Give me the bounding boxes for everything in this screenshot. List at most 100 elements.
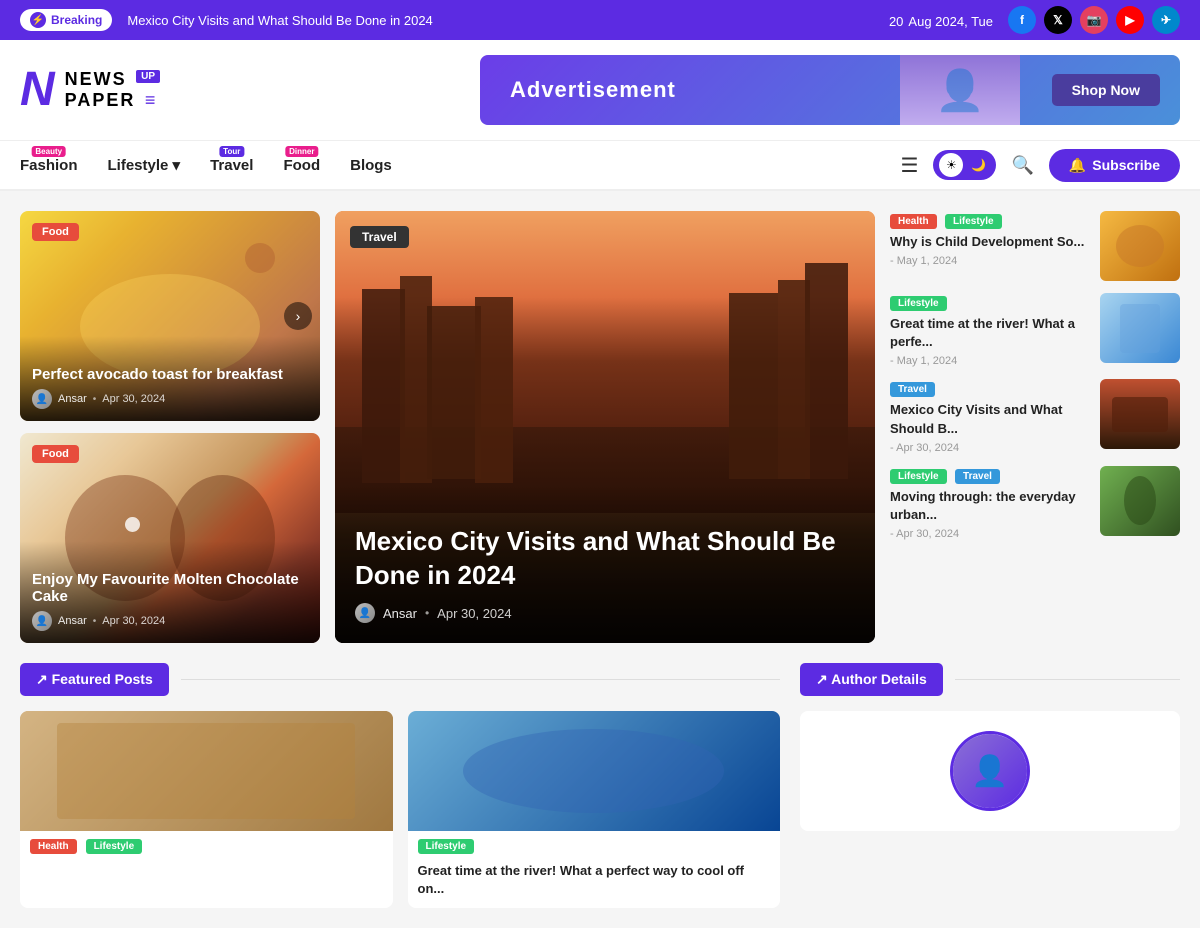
bolt-icon: ⚡ — [30, 12, 46, 28]
logo-n-letter: N — [20, 66, 55, 114]
center-meta: 👤 Ansar • Apr 30, 2024 — [355, 603, 855, 623]
telegram-icon[interactable]: ✈ — [1152, 6, 1180, 34]
logo-paper-line: PAPER ≡ — [65, 90, 160, 111]
ad-person-image: 👤 — [900, 55, 1020, 125]
featured-card-2-tags: Lifestyle — [408, 831, 781, 862]
article-1-body: Health Lifestyle Why is Child Developmen… — [890, 211, 1090, 267]
lifestyle-tag-4: Lifestyle — [890, 469, 947, 484]
search-icon[interactable]: 🔍 — [1011, 155, 1033, 176]
featured-grid: Health Lifestyle Lifestyle Great time at… — [20, 711, 780, 908]
logo[interactable]: N NEWS UP PAPER ≡ — [20, 66, 160, 114]
advertisement-banner: Advertisement 👤 Shop Now — [480, 55, 1180, 125]
featured-card-2-title: Great time at the river! What a perfect … — [408, 862, 781, 908]
food-tag-2: Food — [32, 445, 79, 463]
featured-card-1[interactable]: Health Lifestyle — [20, 711, 393, 908]
logo-paper-word: PAPER — [65, 90, 136, 110]
subscribe-button[interactable]: 🔔 Subscribe — [1049, 149, 1180, 182]
nav-items: Beauty Fashion Lifestyle ▾ Tour Travel D… — [20, 141, 901, 189]
nav-blogs-label: Blogs — [350, 157, 392, 174]
top-bar-right: 20 Aug 2024, Tue f 𝕏 📷 ▶ ✈ — [889, 6, 1180, 34]
shop-now-button[interactable]: Shop Now — [1052, 74, 1160, 106]
nav-right: ☰ ☀ 🌙 🔍 🔔 Subscribe — [901, 149, 1181, 182]
nav-item-lifestyle[interactable]: Lifestyle ▾ — [108, 141, 181, 189]
sun-icon[interactable]: ☀ — [939, 153, 963, 177]
lifestyle-tag: Lifestyle — [945, 214, 1002, 229]
breaking-badge: ⚡ Breaking — [20, 9, 112, 31]
right-article-1[interactable]: Health Lifestyle Why is Child Developmen… — [890, 211, 1180, 281]
subscribe-label: Subscribe — [1092, 157, 1160, 173]
right-article-3[interactable]: Travel Mexico City Visits and What Shoul… — [890, 379, 1180, 453]
beauty-badge: Beauty — [31, 146, 66, 157]
breaking-section: ⚡ Breaking Mexico City Visits and What S… — [20, 9, 433, 31]
twitter-icon[interactable]: 𝕏 — [1044, 6, 1072, 34]
article-4-title: Moving through: the everyday urban... — [890, 488, 1090, 524]
health-tag-feat: Health — [30, 839, 77, 854]
social-icons: f 𝕏 📷 ▶ ✈ — [1008, 6, 1180, 34]
breaking-label: Breaking — [51, 13, 102, 27]
nav-item-travel[interactable]: Tour Travel — [210, 142, 253, 189]
article-2-title: Great time at the river! What a perfe... — [890, 315, 1090, 351]
featured-posts-button[interactable]: ↗ Featured Posts — [20, 663, 169, 696]
travel-tag-4: Travel — [955, 469, 1000, 484]
moon-icon[interactable]: 🌙 — [966, 153, 990, 177]
featured-card-1-tags: Health Lifestyle — [20, 831, 393, 862]
center-overlay: Mexico City Visits and What Should Be Do… — [335, 485, 875, 643]
article-3-date: - Apr 30, 2024 — [890, 442, 1090, 454]
card-2-title: Enjoy My Favourite Molten Chocolate Cake — [32, 571, 308, 605]
article-3-image — [1100, 379, 1180, 449]
lifestyle-tag-feat-2: Lifestyle — [418, 839, 475, 854]
food-card-2[interactable]: Food Enjoy My Favourite Molten Chocolate… — [20, 433, 320, 643]
card-1-title: Perfect avocado toast for breakfast — [32, 366, 308, 383]
card-2-meta: 👤 Ansar • Apr 30, 2024 — [32, 611, 308, 631]
nav-fashion-label: Fashion — [20, 157, 78, 174]
nav-item-fashion[interactable]: Beauty Fashion — [20, 142, 78, 189]
article-2-tags: Lifestyle — [890, 293, 1090, 315]
center-title: Mexico City Visits and What Should Be Do… — [355, 525, 855, 593]
article-4-date: - Apr 30, 2024 — [890, 528, 1090, 540]
author-section: ↗ Author Details 👤 — [800, 663, 1180, 908]
instagram-icon[interactable]: 📷 — [1080, 6, 1108, 34]
author-header: ↗ Author Details — [800, 663, 1180, 696]
date-rest: Aug 2024, Tue — [908, 14, 993, 29]
theme-toggle[interactable]: ☀ 🌙 — [933, 150, 996, 180]
youtube-icon[interactable]: ▶ — [1116, 6, 1144, 34]
card-2-overlay: Enjoy My Favourite Molten Chocolate Cake… — [20, 541, 320, 643]
article-2-image — [1100, 293, 1180, 363]
center-date: Apr 30, 2024 — [437, 606, 511, 621]
hamburger-icon[interactable]: ☰ — [901, 153, 919, 178]
article-1-tags: Health Lifestyle — [890, 211, 1090, 233]
author-details-button[interactable]: ↗ Author Details — [800, 663, 943, 696]
navigation: Beauty Fashion Lifestyle ▾ Tour Travel D… — [0, 141, 1200, 191]
article-2-date: - May 1, 2024 — [890, 355, 1090, 367]
dinner-badge: Dinner — [285, 146, 318, 157]
article-1-date: - May 1, 2024 — [890, 255, 1090, 267]
card-1-date: Apr 30, 2024 — [102, 393, 165, 405]
right-article-4[interactable]: Lifestyle Travel Moving through: the eve… — [890, 466, 1180, 540]
travel-tag: Travel — [350, 226, 409, 248]
card-2-date: Apr 30, 2024 — [102, 615, 165, 627]
right-column: Health Lifestyle Why is Child Developmen… — [890, 211, 1180, 643]
featured-card-2[interactable]: Lifestyle Great time at the river! What … — [408, 711, 781, 908]
food-card-1[interactable]: Food › Perfect avocado toast for breakfa… — [20, 211, 320, 421]
card-2-avatar: 👤 — [32, 611, 52, 631]
lifestyle-tag-feat: Lifestyle — [86, 839, 143, 854]
nav-item-blogs[interactable]: Blogs — [350, 142, 392, 189]
breaking-headline: Mexico City Visits and What Should Be Do… — [127, 13, 432, 28]
facebook-icon[interactable]: f — [1008, 6, 1036, 34]
center-column[interactable]: Travel Mexico City Visits and What Shoul… — [335, 211, 875, 643]
card-1-overlay: Perfect avocado toast for breakfast 👤 An… — [20, 336, 320, 421]
right-article-2[interactable]: Lifestyle Great time at the river! What … — [890, 293, 1180, 367]
food-tag-1: Food — [32, 223, 79, 241]
featured-section: ↗ Featured Posts Health Lifestyle — [20, 663, 780, 908]
card-2-author: Ansar — [58, 615, 87, 627]
nav-item-food[interactable]: Dinner Food — [283, 142, 320, 189]
center-author: Ansar — [383, 606, 417, 621]
next-arrow-1[interactable]: › — [284, 302, 312, 330]
header: N NEWS UP PAPER ≡ Advertisement 👤 Shop N… — [0, 40, 1200, 141]
article-3-body: Travel Mexico City Visits and What Shoul… — [890, 379, 1090, 453]
author-avatar-image: 👤 — [953, 734, 1027, 808]
logo-news-line: NEWS UP — [65, 69, 160, 90]
card-1-meta: 👤 Ansar • Apr 30, 2024 — [32, 389, 308, 409]
logo-news-word: NEWS — [65, 69, 127, 89]
article-1-title: Why is Child Development So... — [890, 233, 1090, 251]
